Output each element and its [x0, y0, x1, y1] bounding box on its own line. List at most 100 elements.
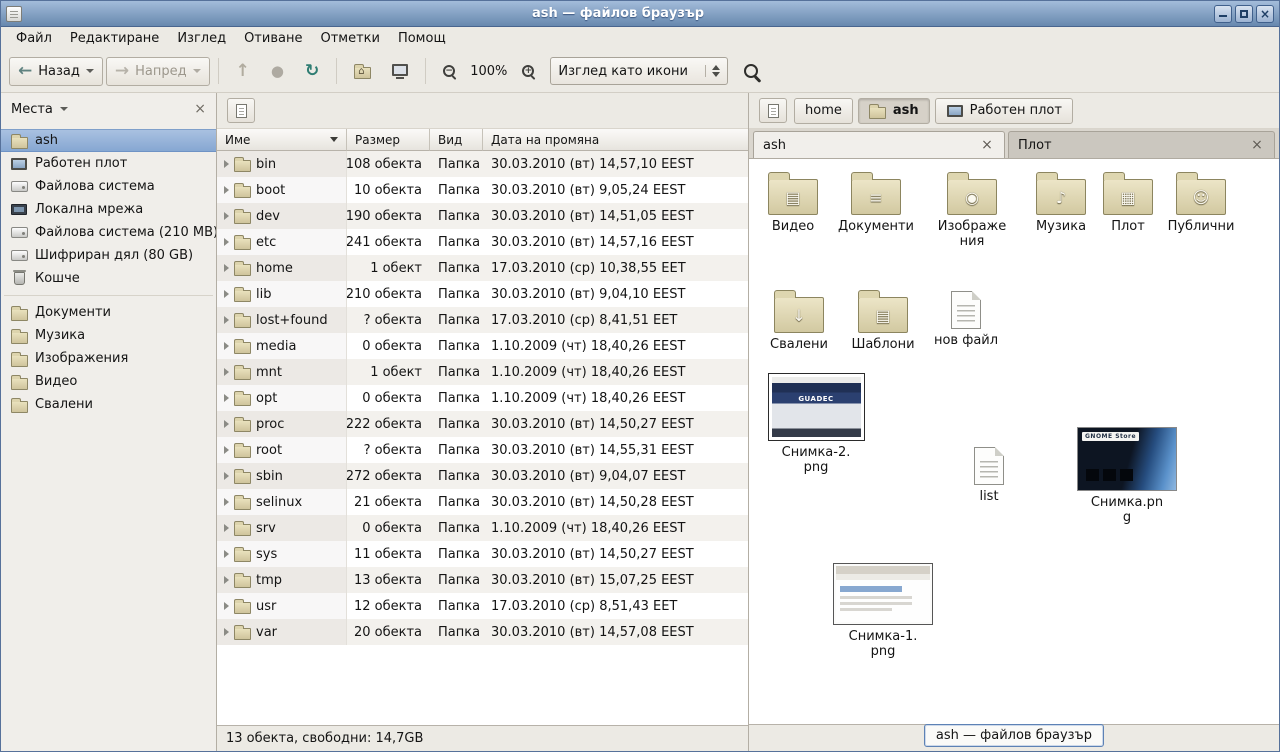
expander-icon[interactable]	[224, 550, 229, 558]
table-row[interactable]: boot10 обектаПапка30.03.2010 (вт) 9,05,2…	[217, 177, 748, 203]
table-row[interactable]: opt0 обектаПапка1.10.2009 (чт) 18,40,26 …	[217, 385, 748, 411]
sidebar-item-5[interactable]: Шифриран дял (80 GB)	[1, 244, 216, 267]
icon-view-item[interactable]: GNOME StoreСнимка.png	[1077, 427, 1177, 526]
location-toggle-button[interactable]	[227, 98, 255, 123]
table-row[interactable]: sbin272 обектаПапка30.03.2010 (вт) 9,04,…	[217, 463, 748, 489]
tab-Плот[interactable]: Плот×	[1008, 131, 1275, 158]
expander-icon[interactable]	[224, 368, 229, 376]
icon-view-item[interactable]: Снимка-1.png	[833, 563, 933, 660]
view-mode-select[interactable]: Изглед като икони	[550, 57, 728, 85]
path-button-2[interactable]: Работен плот	[935, 98, 1073, 124]
sidebar-item-10[interactable]: Изображения	[1, 347, 216, 370]
expander-icon[interactable]	[224, 160, 229, 168]
expander-icon[interactable]	[224, 498, 229, 506]
back-button[interactable]: ← Назад	[9, 57, 103, 86]
expander-icon[interactable]	[224, 212, 229, 220]
tab-close-button[interactable]: ×	[1249, 137, 1265, 153]
expander-icon[interactable]	[224, 186, 229, 194]
column-header-0[interactable]: Име	[217, 129, 347, 151]
icon-view-item[interactable]: ☺Публични	[1157, 167, 1245, 235]
reload-button[interactable]: ↻	[296, 57, 328, 86]
sidebar-item-3[interactable]: Локална мрежа	[1, 198, 216, 221]
zoom-out-button[interactable]: −	[434, 59, 464, 83]
places-dropdown-icon[interactable]	[60, 107, 68, 111]
expander-icon[interactable]	[224, 238, 229, 246]
icon-view-item[interactable]: GUADECСнимка-2.png	[766, 373, 866, 476]
table-row[interactable]: sys11 обектаПапка30.03.2010 (вт) 14,50,2…	[217, 541, 748, 567]
table-row[interactable]: etc241 обектаПапка30.03.2010 (вт) 14,57,…	[217, 229, 748, 255]
menu-item-4[interactable]: Отметки	[311, 29, 388, 48]
expander-icon[interactable]	[224, 420, 229, 428]
zoom-in-button[interactable]: +	[513, 59, 543, 83]
sidebar-item-0[interactable]: ash	[1, 129, 216, 152]
path-button-1[interactable]: ash	[858, 98, 930, 124]
sidebar-item-2[interactable]: Файлова система	[1, 175, 216, 198]
icon-view-item[interactable]: ▤Шаблони	[839, 285, 927, 353]
expander-icon[interactable]	[224, 394, 229, 402]
expander-icon[interactable]	[224, 628, 229, 636]
sidebar-close-button[interactable]: ×	[194, 102, 206, 116]
expander-icon[interactable]	[224, 446, 229, 454]
forward-button[interactable]: → Напред	[106, 57, 210, 86]
location-toggle-button-2[interactable]	[759, 98, 787, 123]
column-header-2[interactable]: Вид	[430, 129, 483, 151]
icon-view-item[interactable]: ↓Свалени	[755, 285, 843, 353]
sidebar-item-6[interactable]: Кошче	[1, 267, 216, 290]
icon-view-item[interactable]: ≡Документи	[832, 167, 920, 235]
expander-icon[interactable]	[224, 472, 229, 480]
stop-button[interactable]: ●	[262, 58, 293, 85]
table-row[interactable]: mnt1 обектПапка1.10.2009 (чт) 18,40,26 E…	[217, 359, 748, 385]
menu-item-5[interactable]: Помощ	[389, 29, 455, 48]
sidebar-item-11[interactable]: Видео	[1, 370, 216, 393]
tab-close-button[interactable]: ×	[979, 137, 995, 153]
menu-item-0[interactable]: Файл	[7, 29, 61, 48]
table-row[interactable]: srv0 обектаПапка1.10.2009 (чт) 18,40,26 …	[217, 515, 748, 541]
table-row[interactable]: proc222 обектаПапка30.03.2010 (вт) 14,50…	[217, 411, 748, 437]
up-button[interactable]: ↑	[227, 57, 259, 86]
titlebar[interactable]: ash — файлов браузър ×	[1, 1, 1279, 27]
table-row[interactable]: home1 обектПапка17.03.2010 (ср) 10,38,55…	[217, 255, 748, 281]
table-row[interactable]: var20 обектаПапка30.03.2010 (вт) 14,57,0…	[217, 619, 748, 645]
sidebar-item-4[interactable]: Файлова система (210 MB)	[1, 221, 216, 244]
home-button[interactable]: ⌂	[345, 57, 380, 85]
expander-icon[interactable]	[224, 316, 229, 324]
icon-view-item[interactable]: list	[945, 441, 1033, 505]
table-row[interactable]: lost+found? обектаПапка17.03.2010 (ср) 8…	[217, 307, 748, 333]
table-row[interactable]: lib210 обектаПапка30.03.2010 (вт) 9,04,1…	[217, 281, 748, 307]
expander-icon[interactable]	[224, 342, 229, 350]
expander-icon[interactable]	[224, 524, 229, 532]
table-row[interactable]: root? обектаПапка30.03.2010 (вт) 14,55,3…	[217, 437, 748, 463]
expander-icon[interactable]	[224, 602, 229, 610]
column-header-3[interactable]: Дата на промяна	[483, 129, 748, 151]
tab-ash[interactable]: ash×	[753, 131, 1005, 158]
table-row[interactable]: selinux21 обектаПапка30.03.2010 (вт) 14,…	[217, 489, 748, 515]
expander-icon[interactable]	[224, 290, 229, 298]
sidebar-item-12[interactable]: Свалени	[1, 393, 216, 416]
maximize-button[interactable]	[1235, 5, 1253, 23]
column-header-1[interactable]: Размер	[347, 129, 430, 151]
search-button[interactable]	[735, 58, 767, 84]
icon-view-item[interactable]: ◉Изображения	[928, 167, 1016, 250]
sidebar-item-1[interactable]: Работен плот	[1, 152, 216, 175]
path-button-0[interactable]: home	[794, 98, 853, 124]
table-row[interactable]: media0 обектаПапка1.10.2009 (чт) 18,40,2…	[217, 333, 748, 359]
expander-icon[interactable]	[224, 576, 229, 584]
sidebar-item-8[interactable]: Документи	[1, 301, 216, 324]
table-row[interactable]: dev190 обектаПапка30.03.2010 (вт) 14,51,…	[217, 203, 748, 229]
icon-view[interactable]: ▤Видео≡Документи◉Изображения♪Музика▦Плот…	[749, 159, 1279, 725]
sidebar-item-9[interactable]: Музика	[1, 324, 216, 347]
icon-view-item[interactable]: ▤Видео	[749, 167, 837, 235]
computer-button[interactable]	[383, 58, 417, 85]
expander-icon[interactable]	[224, 264, 229, 272]
cell-size: 0 обекта	[347, 333, 430, 359]
menu-item-3[interactable]: Отиване	[235, 29, 311, 48]
close-button[interactable]: ×	[1256, 5, 1274, 23]
taskbar-window-button[interactable]: ash — файлов браузър	[924, 724, 1104, 747]
minimize-button[interactable]	[1214, 5, 1232, 23]
menu-item-1[interactable]: Редактиране	[61, 29, 168, 48]
icon-view-item[interactable]: нов файл	[922, 285, 1010, 349]
menu-item-2[interactable]: Изглед	[168, 29, 235, 48]
table-row[interactable]: bin108 обектаПапка30.03.2010 (вт) 14,57,…	[217, 151, 748, 177]
table-row[interactable]: usr12 обектаПапка17.03.2010 (ср) 8,51,43…	[217, 593, 748, 619]
table-row[interactable]: tmp13 обектаПапка30.03.2010 (вт) 15,07,2…	[217, 567, 748, 593]
